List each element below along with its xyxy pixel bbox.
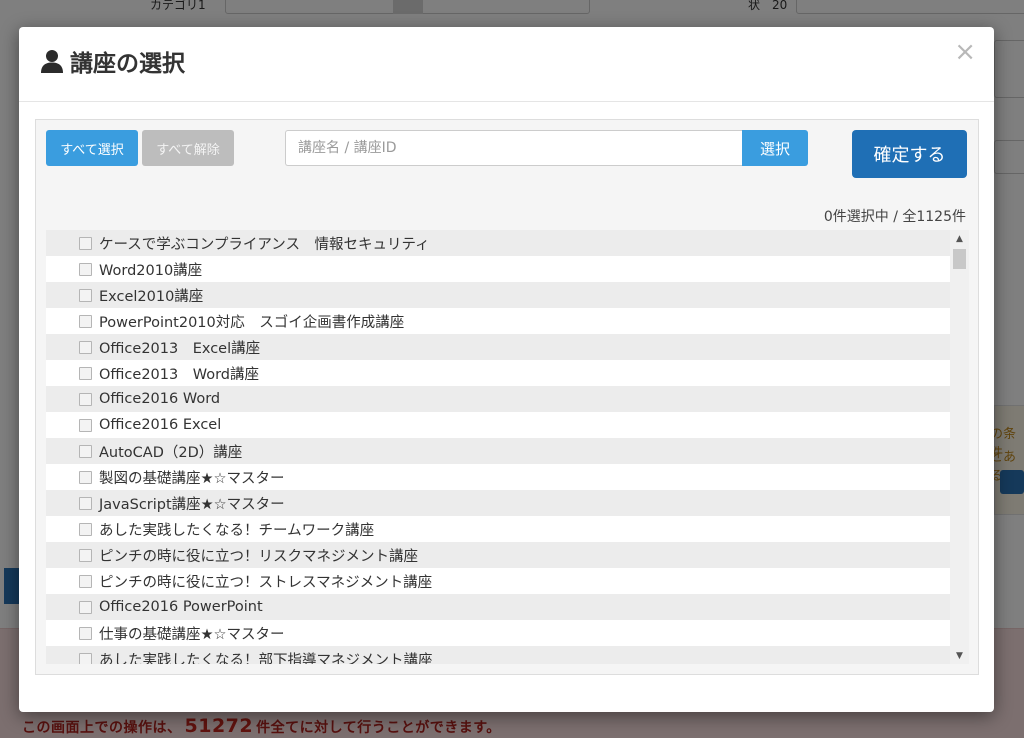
course-checkbox[interactable] bbox=[79, 652, 92, 664]
course-checkbox[interactable] bbox=[79, 496, 92, 510]
course-checkbox[interactable] bbox=[79, 418, 92, 432]
course-label: JavaScript講座★☆マスター bbox=[99, 496, 285, 513]
course-checkbox[interactable] bbox=[79, 574, 92, 588]
course-checkbox[interactable] bbox=[79, 314, 92, 328]
course-checkbox[interactable] bbox=[79, 600, 92, 614]
course-label: Office2013 Excel講座 bbox=[99, 340, 261, 357]
course-list-item[interactable]: Excel2010講座 bbox=[46, 282, 950, 308]
course-search-input[interactable] bbox=[285, 130, 743, 166]
course-label: 製図の基礎講座★☆マスター bbox=[99, 470, 285, 487]
modal-header: 講座の選択 × bbox=[19, 27, 994, 102]
course-label: ピンチの時に役に立つ！ストレスマネジメント講座 bbox=[99, 574, 433, 591]
course-list-item[interactable]: あした実践したくなる！部下指導マネジメント講座 bbox=[46, 646, 950, 664]
course-label: Excel2010講座 bbox=[99, 288, 204, 305]
course-label: ピンチの時に役に立つ！リスクマネジメント講座 bbox=[99, 548, 418, 565]
modal-body: すべて選択 すべて解除 選択 確定する 0件選択中 / 全1125件 ケースで学… bbox=[35, 119, 979, 675]
course-checkbox[interactable] bbox=[79, 262, 92, 276]
course-list-item[interactable]: Office2013 Word講座 bbox=[46, 360, 950, 386]
confirm-button[interactable]: 確定する bbox=[852, 130, 967, 178]
course-list-box: ケースで学ぶコンプライアンス 情報セキュリティ Word2010講座 Excel20… bbox=[46, 230, 969, 664]
course-checkbox[interactable] bbox=[79, 236, 92, 250]
course-label: Office2016 PowerPoint bbox=[99, 599, 263, 615]
course-list-item[interactable]: Office2013 Excel講座 bbox=[46, 334, 950, 360]
scroll-thumb[interactable] bbox=[953, 249, 966, 269]
course-label: PowerPoint2010対応 スゴイ企画書作成講座 bbox=[99, 314, 405, 331]
course-list-item[interactable]: 製図の基礎講座★☆マスター bbox=[46, 464, 950, 490]
course-label: あした実践したくなる！チームワーク講座 bbox=[99, 522, 375, 539]
course-label: ケースで学ぶコンプライアンス 情報セキュリティ bbox=[99, 236, 430, 253]
select-all-button[interactable]: すべて選択 bbox=[46, 130, 138, 166]
course-label: Office2016 Excel bbox=[99, 417, 222, 433]
course-list-item[interactable]: AutoCAD（2D）講座 bbox=[46, 438, 950, 464]
deselect-all-button[interactable]: すべて解除 bbox=[142, 130, 234, 166]
course-list-item[interactable]: ケースで学ぶコンプライアンス 情報セキュリティ bbox=[46, 230, 950, 256]
course-list: ケースで学ぶコンプライアンス 情報セキュリティ Word2010講座 Excel20… bbox=[46, 230, 950, 664]
course-select-modal: 講座の選択 × すべて選択 すべて解除 選択 確定する 0件選択中 / 全112… bbox=[19, 27, 994, 712]
course-list-item[interactable]: Word2010講座 bbox=[46, 256, 950, 282]
course-list-item[interactable]: ピンチの時に役に立つ！リスクマネジメント講座 bbox=[46, 542, 950, 568]
modal-title-text: 講座の選択 bbox=[70, 51, 185, 77]
course-list-item[interactable]: 仕事の基礎講座★☆マスター bbox=[46, 620, 950, 646]
course-list-item[interactable]: あした実践したくなる！チームワーク講座 bbox=[46, 516, 950, 542]
scroll-up-icon[interactable]: ▲ bbox=[950, 230, 969, 247]
course-list-item[interactable]: ピンチの時に役に立つ！ストレスマネジメント講座 bbox=[46, 568, 950, 594]
selection-count: 0件選択中 / 全1125件 bbox=[823, 209, 966, 225]
course-label: あした実践したくなる！部下指導マネジメント講座 bbox=[99, 652, 433, 665]
course-checkbox[interactable] bbox=[79, 392, 92, 406]
modal-title: 講座の選択 bbox=[39, 44, 185, 78]
course-checkbox[interactable] bbox=[79, 340, 92, 354]
search-select-button[interactable]: 選択 bbox=[742, 130, 808, 166]
course-list-item[interactable]: PowerPoint2010対応 スゴイ企画書作成講座 bbox=[46, 308, 950, 334]
course-list-item[interactable]: Office2016 Excel bbox=[46, 412, 950, 438]
course-checkbox[interactable] bbox=[79, 444, 92, 458]
close-icon[interactable]: × bbox=[954, 39, 976, 65]
course-checkbox[interactable] bbox=[79, 366, 92, 380]
course-label: Office2013 Word講座 bbox=[99, 366, 259, 383]
course-label: Office2016 Word bbox=[99, 391, 221, 407]
scroll-down-icon[interactable]: ▼ bbox=[950, 647, 969, 664]
course-checkbox[interactable] bbox=[79, 470, 92, 484]
course-label: Word2010講座 bbox=[99, 262, 203, 279]
course-list-item[interactable]: Office2016 PowerPoint bbox=[46, 594, 950, 620]
course-checkbox[interactable] bbox=[79, 626, 92, 640]
course-checkbox[interactable] bbox=[79, 288, 92, 302]
list-scrollbar[interactable]: ▲ ▼ bbox=[950, 230, 969, 664]
course-list-item[interactable]: JavaScript講座★☆マスター bbox=[46, 490, 950, 516]
user-icon bbox=[41, 50, 63, 73]
course-label: AutoCAD（2D）講座 bbox=[99, 444, 243, 461]
course-label: 仕事の基礎講座★☆マスター bbox=[99, 626, 285, 643]
course-checkbox[interactable] bbox=[79, 548, 92, 562]
course-checkbox[interactable] bbox=[79, 522, 92, 536]
course-list-item[interactable]: Office2016 Word bbox=[46, 386, 950, 412]
